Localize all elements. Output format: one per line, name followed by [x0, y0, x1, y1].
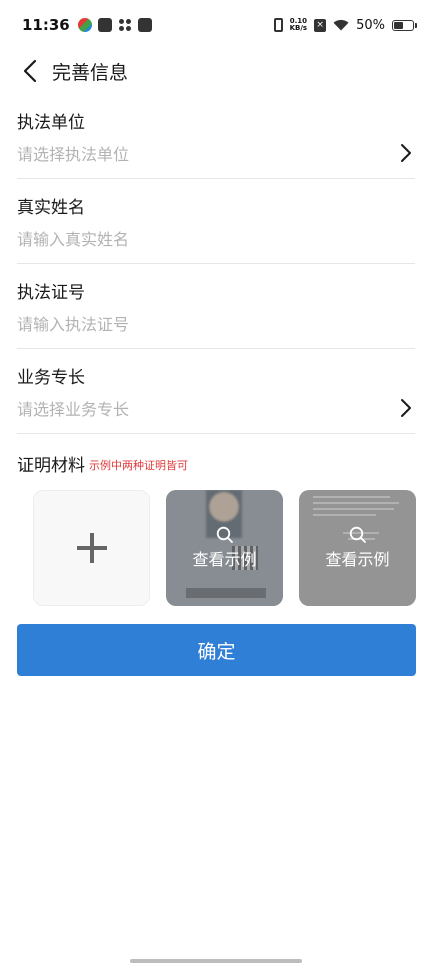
field-real-name[interactable]: 真实姓名 [17, 179, 415, 264]
field-enforcement-cert-no[interactable]: 执法证号 [17, 264, 415, 349]
proof-materials-hint: 示例中两种证明皆可 [89, 459, 188, 472]
field-label: 执法单位 [17, 113, 85, 133]
real-name-input[interactable] [17, 226, 387, 252]
field-enforcement-unit[interactable]: 执法单位 [17, 94, 415, 179]
back-button[interactable] [6, 50, 54, 92]
view-example-label: 查看示例 [325, 550, 390, 569]
search-icon [349, 526, 366, 543]
cert-number-input[interactable] [17, 311, 387, 337]
field-label: 真实姓名 [17, 198, 85, 218]
sim-off-icon: × [314, 18, 327, 32]
battery-percent: 50% [356, 17, 385, 33]
enforcement-unit-select[interactable] [17, 141, 387, 167]
add-photo-button[interactable] [33, 490, 150, 606]
chevron-right-icon[interactable] [399, 397, 413, 419]
nav-bar: 完善信息 [0, 50, 432, 92]
field-label: 业务专长 [17, 368, 85, 388]
wifi-icon [333, 19, 349, 31]
field-label: 执法证号 [17, 283, 85, 303]
battery-icon [392, 19, 417, 31]
view-example-overlay[interactable]: 查看示例 [166, 490, 283, 606]
example-thumbnail-document[interactable]: 查看示例 [299, 490, 416, 606]
status-right: 0.10 KB/s × 50% [273, 17, 417, 33]
status-bar: 11:36 0.10 KB/s × 50% [0, 0, 432, 50]
network-speed: 0.10 KB/s [290, 18, 307, 32]
view-example-label: 查看示例 [192, 550, 257, 569]
battery-level [394, 21, 403, 29]
message-icon [137, 18, 152, 32]
chevron-right-icon[interactable] [399, 142, 413, 164]
example-thumbnail-id-card[interactable]: 查看示例 [166, 490, 283, 606]
app-notification-icon [77, 18, 92, 32]
notification-icons [77, 18, 152, 32]
chevron-left-icon [23, 59, 37, 83]
proof-materials-label: 证明材料 [17, 456, 85, 476]
confirm-button[interactable]: 确定 [17, 624, 416, 676]
search-icon [216, 526, 233, 543]
status-time: 11:36 [22, 16, 70, 34]
grid-app-icon [118, 18, 132, 32]
expertise-select[interactable] [17, 396, 387, 422]
field-expertise[interactable]: 业务专长 [17, 349, 415, 434]
mail-icon [97, 18, 112, 32]
view-example-overlay[interactable]: 查看示例 [299, 490, 416, 606]
home-indicator[interactable] [130, 959, 302, 963]
vibrate-icon [273, 18, 283, 32]
plus-icon [76, 533, 107, 563]
network-speed-unit: KB/s [289, 24, 308, 32]
page-title: 完善信息 [52, 61, 129, 84]
